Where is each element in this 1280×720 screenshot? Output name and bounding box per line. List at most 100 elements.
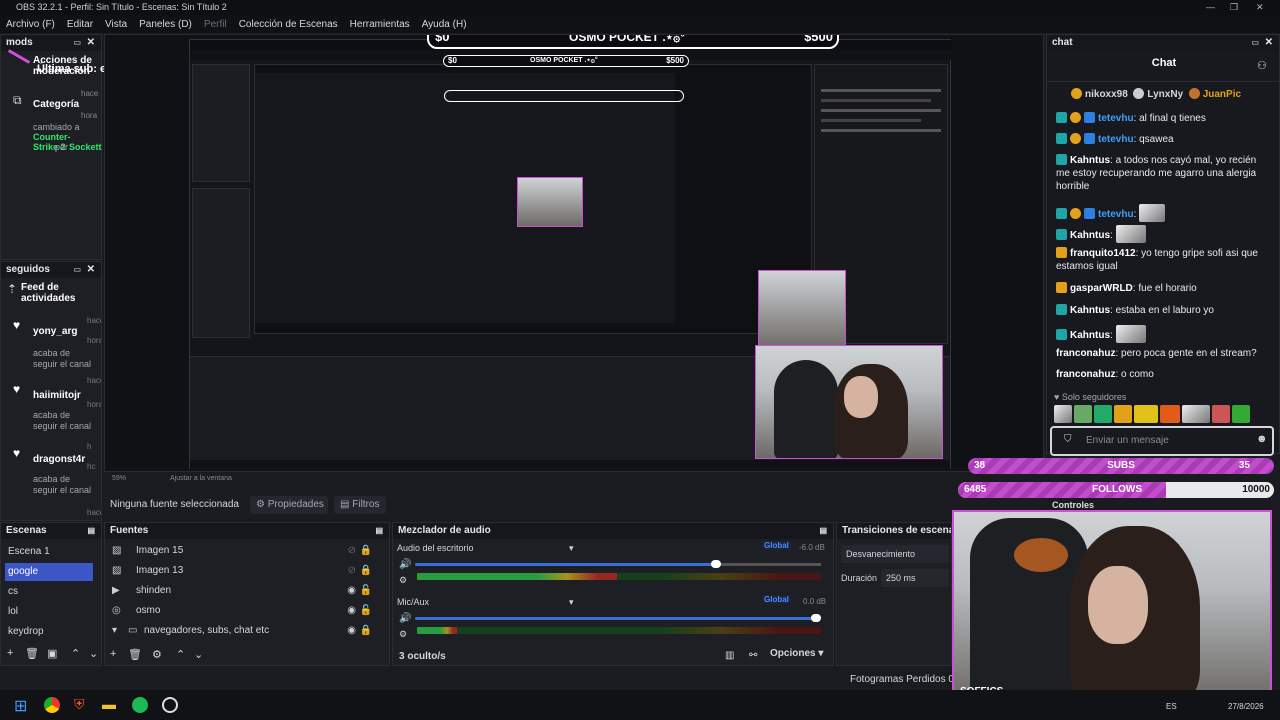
minimize-icon[interactable]: — [1206,0,1215,15]
emote-icon[interactable] [1114,405,1132,423]
chat-user[interactable]: franconahuz [1056,348,1115,359]
obs-icon[interactable] [162,697,178,713]
close-icon[interactable]: ✕ [87,262,95,278]
move-down-icon[interactable]: ⌄ [194,648,203,661]
source-row[interactable]: ▨ Imagen 13 ⊘ 🔒 [106,561,384,581]
speaker-icon[interactable]: 🔊 [399,613,411,624]
source-row[interactable]: ▶ shinden ◉ 🔓 [106,581,384,601]
zoom-indicator[interactable]: 59% [112,475,126,482]
chat-user[interactable]: tetevhu [1098,209,1134,220]
chat-user[interactable]: gasparWRLD [1070,283,1133,294]
shield-icon[interactable]: ⛉ [1064,434,1072,445]
menu-archivo[interactable]: Archivo (F) [6,19,55,30]
source-row[interactable]: ◎ osmo ◉ 🔓 [106,601,384,621]
source-settings-icon[interactable]: ⚙ [152,648,162,661]
fit-to-window[interactable]: Ajustar a la ventana [170,475,232,482]
remove-source-icon[interactable]: 🗑 [128,648,142,661]
unlock-icon[interactable]: 🔓 [360,601,372,621]
lock-icon[interactable]: 🔒 [360,541,372,561]
emote-icon[interactable] [1232,405,1250,423]
chat-user[interactable]: Kahntus [1070,155,1110,166]
close-icon[interactable]: ✕ [1265,35,1273,51]
remove-scene-icon[interactable]: 🗑 [25,647,39,660]
menu-perfil[interactable]: Perfil [204,19,227,30]
channel-dropdown-icon[interactable]: ▾ [569,543,574,554]
users-icon[interactable]: ⚇ [1257,59,1267,72]
emoji-icon[interactable]: ☻ [1256,433,1268,445]
emote-icon[interactable] [1182,405,1210,423]
eye-icon[interactable]: ◉ [347,581,356,601]
float-icon[interactable]: ▭ [73,35,81,51]
scene-item[interactable]: cs [5,583,93,601]
close-icon[interactable]: ✕ [87,35,95,51]
chat-user[interactable]: franconahuz [1056,369,1115,380]
top-user[interactable]: LynxNy [1147,89,1183,100]
hidden-eye-icon[interactable]: ⊘ [348,541,356,561]
transition-select[interactable]: Desvanecimiento [841,545,949,563]
mixer-menu-icon[interactable]: ▤ [819,523,827,539]
source-row[interactable]: ▨ Imagen 15 ⊘ 🔒 [106,541,384,561]
folder-icon[interactable]: ▬ [102,696,116,712]
channel-dropdown-icon[interactable]: ▾ [569,597,574,608]
mixer-settings-icon[interactable]: ⚙ [399,629,407,640]
chrome-icon[interactable] [44,697,60,713]
scenes-menu-icon[interactable]: ▤ [87,523,95,539]
move-up-icon[interactable]: ⌃ [176,648,185,661]
eye-icon[interactable]: ◉ [347,621,356,641]
properties-button[interactable]: ⚙ Propiedades [250,496,328,514]
chat-user[interactable]: tetevhu [1098,113,1134,124]
maximize-icon[interactable]: ❐ [1230,0,1238,15]
top-user[interactable]: nikoxx98 [1085,89,1128,100]
spotify-icon[interactable] [132,697,148,713]
menu-ayuda[interactable]: Ayuda (H) [422,19,467,30]
eye-icon[interactable]: ◉ [347,601,356,621]
lock-icon[interactable]: 🔒 [360,621,372,641]
link-icon[interactable]: ⚯ [749,650,757,661]
source-row[interactable]: ▾ ▭ navegadores, subs, chat etc ◉ 🔒 [106,621,384,641]
language-indicator[interactable]: ES [1166,702,1177,711]
windows-start-icon[interactable]: ⊞ [14,696,27,716]
filters-button[interactable]: ▤ Filtros [334,496,386,514]
emote-icon[interactable] [1160,405,1180,423]
options-button[interactable]: Opciones ▾ [770,648,823,659]
menu-editar[interactable]: Editar [67,19,93,30]
scene-filters-icon[interactable]: ▣ [47,647,57,660]
emote-icon[interactable] [1074,405,1092,423]
brave-icon[interactable]: ⛨ [74,696,85,713]
volume-slider-track[interactable] [415,617,821,620]
menu-coleccion[interactable]: Colección de Escenas [239,19,338,30]
add-source-icon[interactable]: + [110,648,116,660]
menu-paneles[interactable]: Paneles (D) [139,19,192,30]
unlock-icon[interactable]: 🔓 [360,581,372,601]
clock-date[interactable]: 27/8/2026 [1228,702,1264,711]
menu-herramientas[interactable]: Herramientas [350,19,410,30]
emote-icon[interactable] [1094,405,1112,423]
layout-icon[interactable]: ▥ [725,650,734,661]
emote-icon[interactable] [1054,405,1072,423]
float-icon[interactable]: ▭ [73,262,81,278]
chat-user[interactable]: franquito1412 [1070,248,1136,259]
move-up-icon[interactable]: ⌃ [71,647,80,660]
mixer-settings-icon[interactable]: ⚙ [399,575,407,586]
lock-icon[interactable]: 🔒 [360,561,372,581]
volume-knob[interactable] [811,614,821,622]
duration-input[interactable]: 250 ms [881,569,949,587]
scene-item-selected[interactable]: google [5,563,93,581]
chat-input[interactable]: ⛉ Enviar un mensaje ☻ [1050,426,1274,456]
preview-canvas[interactable]: $0 OSMO POCKET .⋆۞° $500 $0 OSMO POCKET … [104,34,1044,472]
move-down-icon[interactable]: ⌄ [89,647,98,660]
emote-icon[interactable] [1134,405,1158,423]
speaker-icon[interactable]: 🔊 [399,559,411,570]
chat-user[interactable]: Kahntus [1070,330,1110,341]
add-scene-icon[interactable]: + [7,647,13,659]
scene-item[interactable]: lol [5,603,93,621]
chat-user[interactable]: Kahntus [1070,305,1110,316]
expand-icon[interactable]: ▾ [112,621,117,641]
top-user[interactable]: JuanPic [1203,89,1241,100]
volume-slider-track[interactable] [415,563,715,566]
hidden-eye-icon[interactable]: ⊘ [348,561,356,581]
scene-item[interactable]: keydrop [5,623,93,641]
chat-user[interactable]: Kahntus [1070,230,1110,241]
volume-knob[interactable] [711,560,721,568]
float-icon[interactable]: ▭ [1251,35,1259,51]
